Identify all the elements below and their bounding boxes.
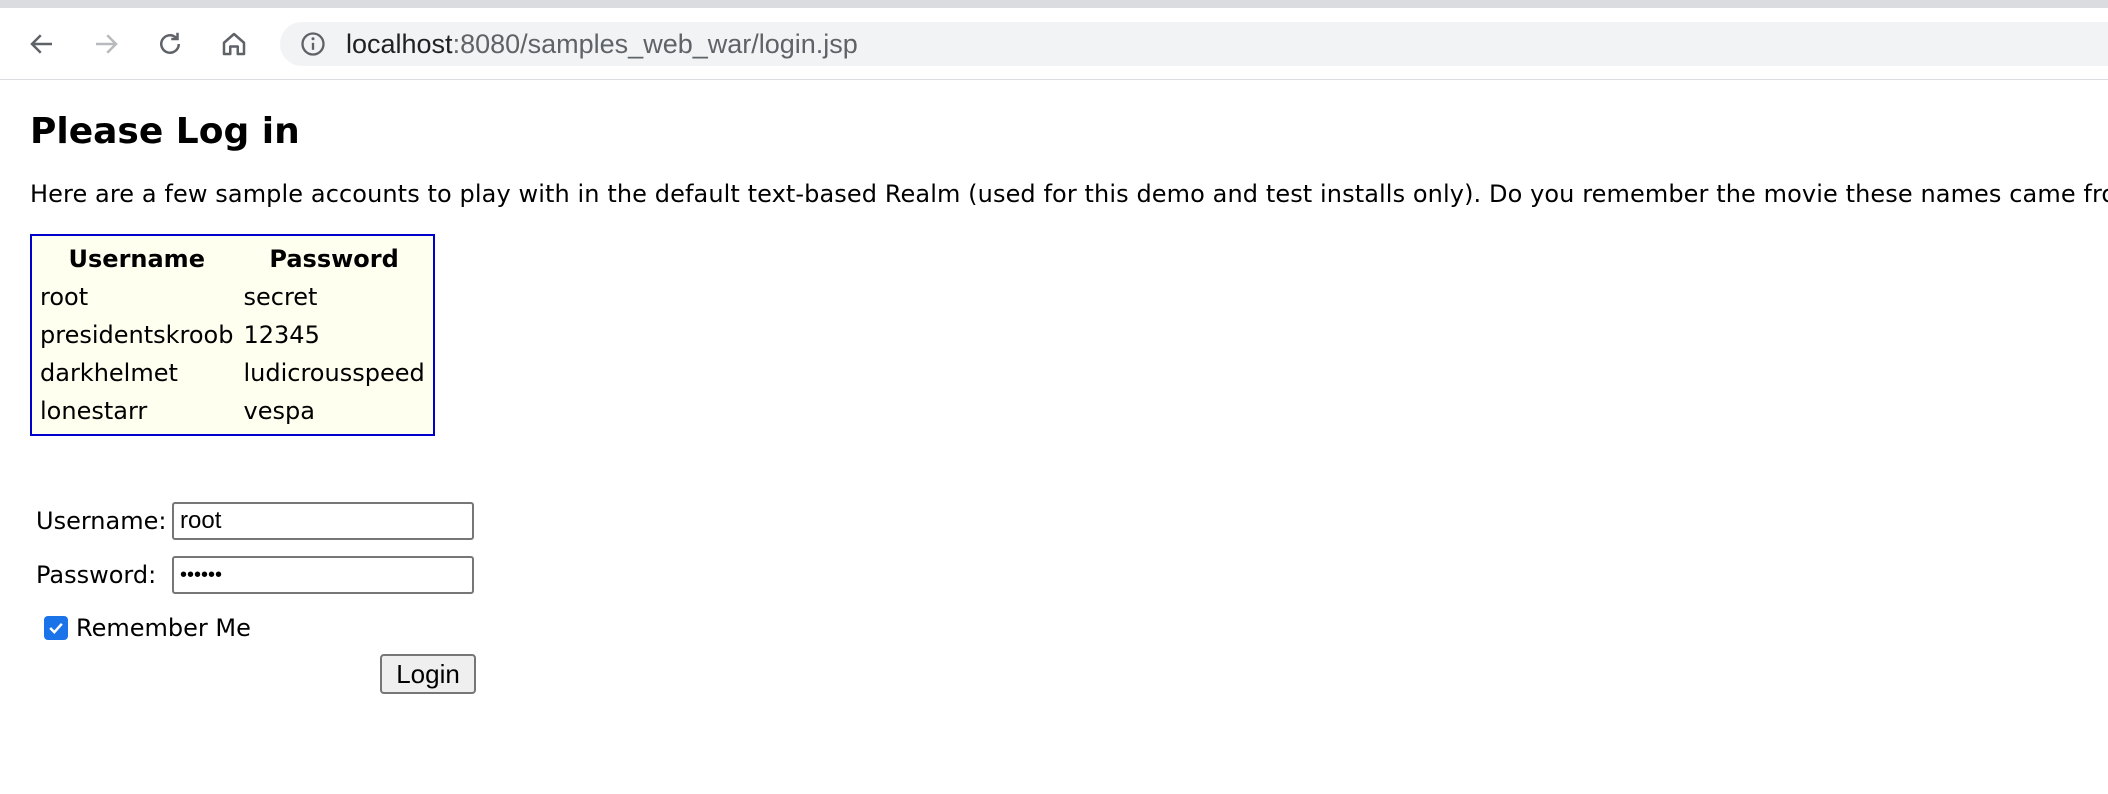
table-row: root secret xyxy=(36,278,429,316)
username-row: Username: root xyxy=(36,500,2078,542)
page-title: Please Log in xyxy=(30,111,300,152)
intro-text: Here are a few sample accounts to play w… xyxy=(30,180,2108,208)
table-header-row: Username Password xyxy=(36,240,429,278)
column-header-password: Password xyxy=(269,245,399,273)
login-button[interactable]: Login xyxy=(380,654,476,694)
login-button-row: Login xyxy=(380,654,2078,694)
password-cell: 12345 xyxy=(243,321,320,349)
browser-top-strip xyxy=(0,0,2108,8)
column-header-username: Username xyxy=(68,245,205,273)
password-cell: vespa xyxy=(243,397,315,425)
checkmark-icon xyxy=(49,622,63,634)
username-cell: root xyxy=(40,283,89,311)
password-cell: secret xyxy=(243,283,318,311)
password-input[interactable]: •••••• xyxy=(172,556,474,594)
username-cell: presidentskroob xyxy=(40,321,234,349)
address-bar[interactable]: localhost:8080/samples_web_war/login.jsp xyxy=(280,22,2108,66)
url-path: :8080/samples_web_war/login.jsp xyxy=(452,28,858,59)
table-row: lonestarr vespa xyxy=(36,392,429,430)
info-icon[interactable] xyxy=(298,29,328,59)
password-label: Password: xyxy=(36,561,157,589)
page-content: Please Log in Here are a few sample acco… xyxy=(0,114,2108,694)
login-form: Username: root Password: •••••• Remember… xyxy=(30,500,2078,694)
url-host: localhost xyxy=(346,28,453,59)
back-arrow-icon[interactable] xyxy=(26,28,58,60)
remember-me-row: Remember Me xyxy=(44,608,2078,648)
username-input[interactable]: root xyxy=(172,502,474,540)
username-label: Username: xyxy=(36,507,167,535)
table-row: darkhelmet ludicrousspeed xyxy=(36,354,429,392)
browser-toolbar: localhost:8080/samples_web_war/login.jsp xyxy=(0,8,2108,80)
password-row: Password: •••••• xyxy=(36,554,2078,596)
forward-arrow-icon[interactable] xyxy=(90,28,122,60)
username-cell: darkhelmet xyxy=(40,359,178,387)
reload-icon[interactable] xyxy=(154,28,186,60)
sample-accounts-table: Username Password root secret presidents… xyxy=(30,234,435,436)
password-cell: ludicrousspeed xyxy=(243,359,425,387)
remember-me-label: Remember Me xyxy=(76,614,251,642)
remember-me-checkbox[interactable] xyxy=(44,616,68,640)
home-icon[interactable] xyxy=(218,28,250,60)
username-cell: lonestarr xyxy=(40,397,148,425)
url-text[interactable]: localhost:8080/samples_web_war/login.jsp xyxy=(346,29,858,60)
table-row: presidentskroob 12345 xyxy=(36,316,429,354)
